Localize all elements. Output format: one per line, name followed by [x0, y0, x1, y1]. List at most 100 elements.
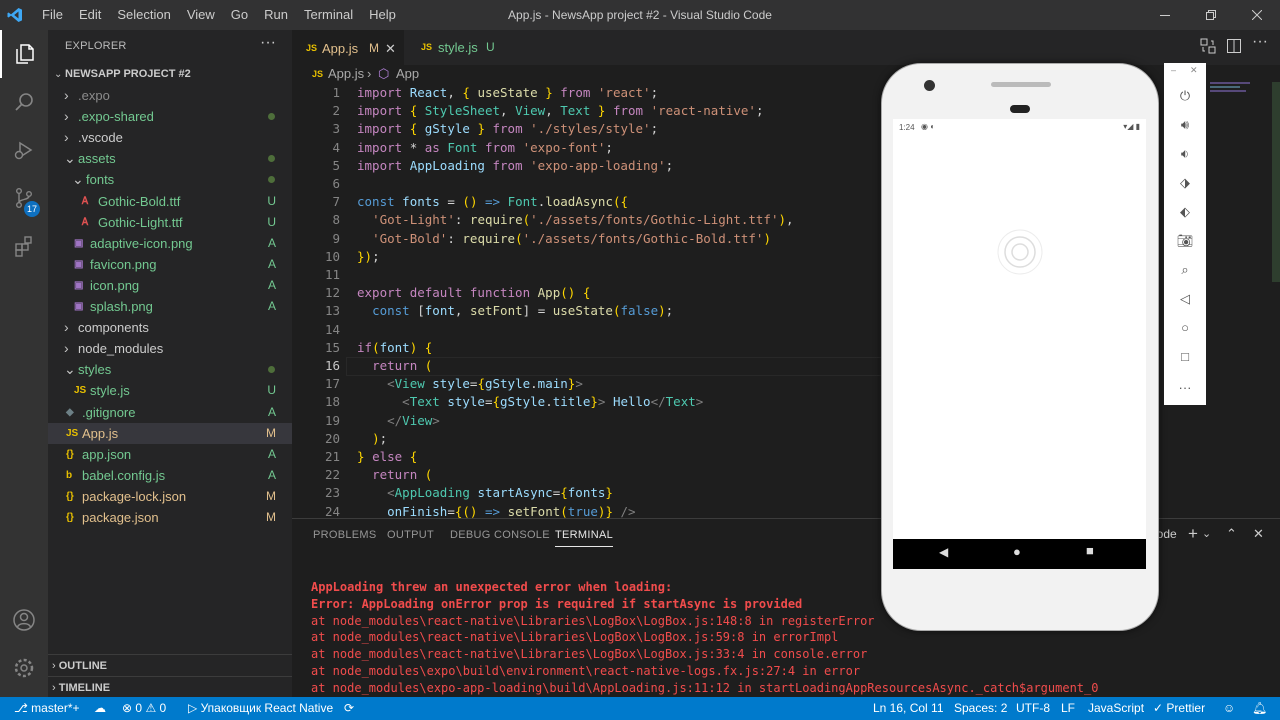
tree-item[interactable]: Ꭺ Gothic-Light.ttf U: [48, 212, 292, 233]
tree-item[interactable]: ▣ adaptive-icon.png A: [48, 233, 292, 254]
encoding[interactable]: UTF-8: [1016, 697, 1050, 720]
menu-terminal[interactable]: Terminal: [296, 0, 361, 30]
sync-icon[interactable]: ☁: [94, 697, 106, 720]
feedback-icon[interactable]: ☺: [1223, 697, 1235, 720]
tree-item[interactable]: JS style.js U: [48, 380, 292, 401]
chevron-right-icon: ›: [52, 660, 56, 672]
volume-up-icon[interactable]: 🔊︎: [1164, 110, 1206, 139]
split-editor-icon[interactable]: [1226, 38, 1242, 57]
tree-item[interactable]: ▣ favicon.png A: [48, 254, 292, 275]
indentation[interactable]: Spaces: 2: [954, 697, 1007, 720]
zoom-icon[interactable]: ⌕: [1164, 255, 1206, 284]
tab-problems[interactable]: PROBLEMS: [313, 529, 377, 541]
menu-go[interactable]: Go: [223, 0, 256, 30]
tree-item[interactable]: › components: [48, 317, 292, 338]
tab-output[interactable]: OUTPUT: [387, 529, 434, 541]
timeline-section[interactable]: › TIMELINE: [48, 676, 292, 698]
cursor-position[interactable]: Ln 16, Col 11: [873, 697, 944, 720]
close-icon[interactable]: ✕: [385, 31, 396, 66]
code-line: return (: [372, 358, 433, 373]
end-of-line[interactable]: LF: [1061, 697, 1075, 720]
tree-item[interactable]: ⌄ assets: [48, 148, 292, 169]
branch-indicator[interactable]: ⎇ master*+: [14, 697, 80, 720]
tab-app-js[interactable]: JS App.js M ✕: [292, 30, 404, 65]
more-actions-icon[interactable]: ···: [1252, 33, 1268, 51]
tree-item[interactable]: ▣ icon.png A: [48, 275, 292, 296]
tab-label: App.js: [322, 41, 359, 56]
prettier-status[interactable]: ✓ Prettier: [1153, 697, 1205, 720]
project-root[interactable]: ⌄ NEWSAPP PROJECT #2: [48, 64, 292, 85]
home-icon[interactable]: ○: [1164, 313, 1206, 342]
search-icon[interactable]: [0, 78, 48, 126]
screenshot-camera-icon[interactable]: 📷︎: [1164, 226, 1206, 255]
breadcrumb-file[interactable]: App.js: [328, 65, 364, 83]
notifications-icon[interactable]: 🔔︎: [1252, 697, 1267, 720]
tree-item[interactable]: Ꭺ Gothic-Bold.ttf U: [48, 191, 292, 212]
tab-style-js[interactable]: JS style.js U: [405, 30, 505, 65]
git-file-icon: ◆: [66, 406, 74, 418]
minimap[interactable]: [1206, 82, 1280, 518]
extensions-icon[interactable]: [0, 222, 48, 270]
tree-item[interactable]: ▣ splash.png A: [48, 296, 292, 317]
maximize-panel-icon[interactable]: ⌃: [1226, 526, 1237, 542]
minimize-button[interactable]: [1142, 0, 1188, 30]
tree-item[interactable]: › .expo-shared: [48, 106, 292, 127]
restore-button[interactable]: [1188, 0, 1234, 30]
code-line: 'Got-Bold': require('./assets/fonts/Goth…: [372, 230, 771, 246]
volume-down-icon[interactable]: 🔉︎: [1164, 139, 1206, 168]
tab-terminal[interactable]: TERMINAL: [555, 529, 614, 547]
run-debug-icon[interactable]: [0, 126, 48, 174]
line-number: 6: [332, 176, 340, 191]
home-icon[interactable]: ●: [1013, 544, 1021, 559]
chevron-down-icon[interactable]: ⌄: [1202, 527, 1211, 540]
code-line: if(font) {: [357, 339, 433, 355]
packager-task[interactable]: ▷ Упаковщик React Native: [188, 697, 333, 720]
problems-indicator[interactable]: ⊗ 0 ⚠ 0: [122, 697, 166, 720]
tree-item[interactable]: ◆ .gitignore A: [48, 402, 292, 423]
compare-changes-icon[interactable]: [1200, 38, 1216, 57]
outline-section[interactable]: › OUTLINE: [48, 654, 292, 676]
accounts-icon[interactable]: [0, 596, 48, 644]
menu-edit[interactable]: Edit: [71, 0, 109, 30]
minimize-icon[interactable]: –: [1171, 65, 1176, 75]
close-button[interactable]: [1234, 0, 1280, 30]
tab-debug-console[interactable]: DEBUG CONSOLE: [450, 529, 550, 541]
tree-item[interactable]: b babel.config.js A: [48, 465, 292, 486]
overview-icon[interactable]: □: [1164, 342, 1206, 371]
menu-help[interactable]: Help: [361, 0, 404, 30]
tree-item[interactable]: JS App.js M: [48, 422, 292, 444]
back-icon[interactable]: ◀: [939, 545, 948, 559]
refresh-icon[interactable]: ⟳: [344, 697, 354, 720]
menu-view[interactable]: View: [179, 0, 223, 30]
power-icon[interactable]: ⏻: [1164, 81, 1206, 110]
line-number: 15: [324, 339, 340, 355]
tree-item[interactable]: ⌄ fonts: [48, 169, 292, 190]
menu-file[interactable]: File: [34, 0, 71, 30]
code-editor[interactable]: 1 import React, { useState } from 'react'…: [292, 82, 882, 518]
recents-icon[interactable]: ■: [1086, 543, 1094, 558]
tree-item[interactable]: › .vscode: [48, 127, 292, 148]
menu-selection[interactable]: Selection: [109, 0, 178, 30]
tree-item[interactable]: › node_modules: [48, 338, 292, 359]
device-screen[interactable]: 1:24 ◉ ◐ ▾◢ ▮ ◀ ● ■: [893, 119, 1146, 569]
close-panel-icon[interactable]: ✕: [1253, 526, 1264, 542]
tree-item[interactable]: {} app.json A: [48, 444, 292, 465]
rotate-right-icon[interactable]: ⬖: [1164, 197, 1206, 226]
source-control-icon[interactable]: 17: [0, 174, 48, 222]
close-icon[interactable]: ✕: [1190, 65, 1198, 76]
more-actions-icon[interactable]: ···: [260, 34, 276, 52]
new-terminal-icon[interactable]: +: [1188, 524, 1198, 544]
tree-item[interactable]: ⌄ styles: [48, 359, 292, 380]
tree-item-label: favicon.png: [90, 256, 157, 272]
breadcrumb-symbol[interactable]: App: [396, 65, 419, 83]
rotate-left-icon[interactable]: ⬗: [1164, 168, 1206, 197]
explorer-icon[interactable]: [0, 30, 48, 78]
more-icon[interactable]: ···: [1164, 373, 1206, 402]
tree-item[interactable]: {} package-lock.json M: [48, 486, 292, 507]
menu-run[interactable]: Run: [256, 0, 296, 30]
settings-gear-icon[interactable]: [0, 644, 48, 692]
tree-item[interactable]: {} package.json M: [48, 507, 292, 528]
back-icon[interactable]: ◁: [1164, 284, 1206, 313]
language-mode[interactable]: JavaScript: [1088, 697, 1144, 720]
tree-item[interactable]: › .expo: [48, 85, 292, 106]
